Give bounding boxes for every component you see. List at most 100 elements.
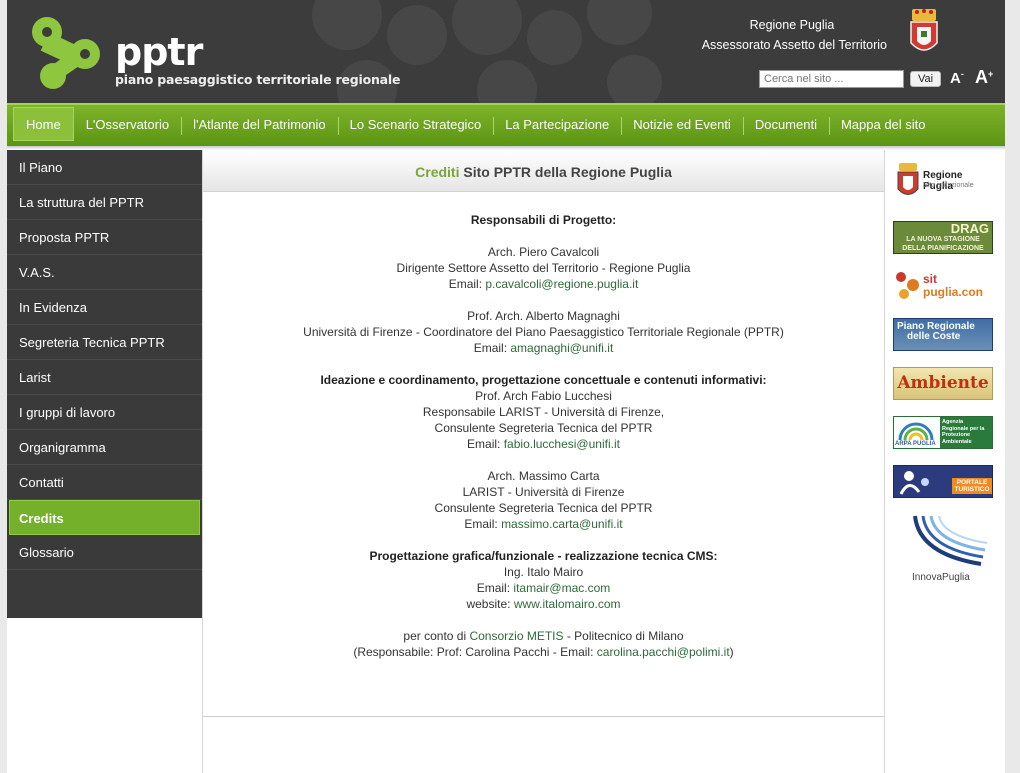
email-label: Email: bbox=[448, 277, 486, 291]
banner-arpa-puglia[interactable]: ARPA PUGLIA Agenzia Regionale per la Pro… bbox=[893, 416, 993, 449]
email-link[interactable]: fabio.lucchesi@unifi.it bbox=[504, 437, 620, 451]
sidebar-item-vas[interactable]: V.A.S. bbox=[7, 255, 202, 290]
banner-drag[interactable]: DRAG LA NUOVA STAGIONE DELLA PIANIFICAZI… bbox=[893, 221, 993, 254]
partner-banners: Regione Puglia Sito istituzionale DRAG L… bbox=[886, 150, 1005, 773]
sidebar-item-il-piano[interactable]: Il Piano bbox=[7, 150, 202, 185]
banner-sit-line1: sit bbox=[923, 272, 938, 286]
nav-item-partecipazione[interactable]: La Partecipazione bbox=[493, 105, 621, 143]
header-decoration bbox=[312, 0, 382, 50]
banner-turismo-text: PORTALE TURISTICO bbox=[952, 478, 992, 494]
metis-link[interactable]: Consorzio METIS bbox=[469, 629, 563, 643]
sidebar-item-proposta[interactable]: Proposta PPTR bbox=[7, 220, 202, 255]
nav-item-osservatorio[interactable]: L'Osservatorio bbox=[74, 105, 181, 143]
page-title: Crediti Sito PPTR della Regione Puglia bbox=[203, 150, 884, 192]
header-decoration bbox=[477, 60, 537, 103]
banner-regione-puglia[interactable]: Regione Puglia Sito istituzionale bbox=[893, 162, 993, 202]
sidebar-item-organigramma[interactable]: Organigramma bbox=[7, 430, 202, 465]
regione-crest-icon bbox=[897, 163, 919, 195]
nav-item-home[interactable]: Home bbox=[13, 107, 74, 141]
person-role: Consulente Segreteria Tecnica del PPTR bbox=[434, 421, 653, 435]
font-decrease-sign: - bbox=[960, 69, 964, 79]
font-decrease-button[interactable]: A- bbox=[950, 69, 964, 87]
site-header: pptr piano paesaggistico territoriale re… bbox=[7, 0, 1005, 103]
banner-regione-sub: Sito istituzionale bbox=[923, 182, 974, 189]
main-nav: Home L'Osservatorio l'Atlante del Patrim… bbox=[7, 103, 1005, 146]
font-increase-sign: + bbox=[988, 69, 994, 79]
person-role: Consulente Segreteria Tecnica del PPTR bbox=[434, 501, 653, 515]
pptr-logo-icon[interactable] bbox=[25, 10, 111, 96]
search-input[interactable] bbox=[759, 70, 904, 88]
turismo-figure-icon bbox=[899, 471, 929, 495]
banner-sit-puglia[interactable]: sit puglia.con bbox=[893, 270, 993, 302]
person-role: Dirigente Settore Assetto del Territorio… bbox=[396, 261, 691, 275]
website-link[interactable]: www.italomairo.com bbox=[514, 597, 621, 611]
search-button[interactable]: Vai bbox=[910, 71, 941, 87]
sidebar-item-gruppi[interactable]: I gruppi di lavoro bbox=[7, 395, 202, 430]
sidebar-item-in-evidenza[interactable]: In Evidenza bbox=[7, 290, 202, 325]
region-office: Assessorato Assetto del Territorio bbox=[701, 38, 887, 52]
nav-item-notizie[interactable]: Notizie ed Eventi bbox=[621, 105, 743, 143]
email-label: Email: bbox=[464, 517, 502, 531]
sidebar-menu: Il Piano La struttura del PPTR Proposta … bbox=[7, 150, 202, 618]
email-link[interactable]: carolina.pacchi@polimi.it bbox=[597, 645, 730, 659]
responsabile-prefix: (Responsabile: Prof: Carolina Pacchi - E… bbox=[353, 645, 597, 659]
section-heading: Responsabili di Progetto: bbox=[470, 213, 617, 227]
email-link[interactable]: amagnaghi@unifi.it bbox=[510, 341, 613, 355]
banner-drag-sub1: LA NUOVA STAGIONE bbox=[906, 236, 980, 243]
page-wrapper: pptr piano paesaggistico territoriale re… bbox=[7, 0, 1005, 773]
credits-content: Responsabili di Progetto: Arch. Piero Ca… bbox=[203, 192, 884, 660]
region-info: Regione Puglia Assessorato Assetto del T… bbox=[627, 15, 887, 55]
banner-ambiente[interactable]: Ambiente bbox=[893, 367, 993, 400]
person-name: Ing. Italo Mairo bbox=[503, 565, 584, 579]
sidebar-item-contatti[interactable]: Contatti bbox=[7, 465, 202, 500]
nav-item-scenario[interactable]: Lo Scenario Strategico bbox=[337, 105, 494, 143]
section-heading: Ideazione e coordinamento, progettazione… bbox=[320, 373, 767, 387]
logo-text[interactable]: pptr bbox=[115, 30, 203, 74]
website-label: website: bbox=[466, 597, 514, 611]
main-content: Crediti Sito PPTR della Regione Puglia R… bbox=[202, 150, 885, 773]
email-link[interactable]: p.cavalcoli@regione.puglia.it bbox=[485, 277, 638, 291]
email-link[interactable]: itamair@mac.com bbox=[513, 581, 610, 595]
banner-arpa-logo: ARPA PUGLIA bbox=[895, 441, 936, 447]
nav-item-atlante[interactable]: l'Atlante del Patrimonio bbox=[181, 105, 338, 143]
person-role: Responsabile LARIST - Università di Fire… bbox=[422, 405, 665, 419]
person-role: Università di Firenze - Coordinatore del… bbox=[303, 325, 784, 339]
region-name: Regione Puglia bbox=[749, 18, 835, 32]
banner-sit-line2: puglia.con bbox=[923, 285, 983, 299]
conto-suffix: - Politecnico di Milano bbox=[563, 629, 684, 643]
banner-drag-sub2: DELLA PIANIFICAZIONE bbox=[902, 245, 984, 252]
logo-subtitle: piano paesaggistico territoriale regiona… bbox=[115, 72, 401, 87]
sidebar-item-larist[interactable]: Larist bbox=[7, 360, 202, 395]
email-link[interactable]: massimo.carta@unifi.it bbox=[501, 517, 623, 531]
banner-piano-coste[interactable]: Piano Regionale delle Coste bbox=[893, 318, 993, 351]
banner-innovapuglia[interactable]: InnovaPuglia bbox=[893, 514, 993, 586]
header-decoration bbox=[387, 5, 447, 65]
font-increase-button[interactable]: A+ bbox=[975, 67, 993, 88]
sidebar-item-segreteria[interactable]: Segreteria Tecnica PPTR bbox=[7, 325, 202, 360]
regione-puglia-crest-icon bbox=[910, 9, 938, 51]
section-heading: Progettazione grafica/funzionale - reali… bbox=[369, 549, 718, 563]
sidebar-item-credits[interactable]: Credits bbox=[9, 500, 200, 535]
banner-portale-turistico[interactable]: PORTALE TURISTICO bbox=[893, 465, 993, 498]
person-name: Prof. Arch Fabio Lucchesi bbox=[475, 389, 612, 403]
email-label: Email: bbox=[473, 341, 511, 355]
email-label: Email: bbox=[476, 581, 514, 595]
nav-item-documenti[interactable]: Documenti bbox=[742, 105, 829, 143]
sidebar-item-glossario[interactable]: Glossario bbox=[7, 535, 202, 570]
banner-drag-title: DRAG bbox=[950, 221, 989, 236]
sidebar-item-struttura[interactable]: La struttura del PPTR bbox=[7, 185, 202, 220]
font-increase-label: A bbox=[975, 67, 988, 87]
conto-prefix: per conto di bbox=[403, 629, 470, 643]
email-label: Email: bbox=[467, 437, 504, 451]
nav-item-mappa[interactable]: Mappa del sito bbox=[828, 105, 938, 143]
header-decoration bbox=[527, 10, 582, 65]
sit-logo-icon bbox=[896, 272, 919, 299]
content-divider bbox=[203, 716, 884, 717]
arpa-rainbow-icon bbox=[898, 422, 934, 441]
banner-arpa-text: Agenzia Regionale per la Protezione Ambi… bbox=[940, 417, 992, 448]
page-title-highlight: Crediti bbox=[415, 164, 460, 180]
responsabile-suffix: ) bbox=[729, 645, 734, 659]
person-role: LARIST - Università di Firenze bbox=[462, 485, 625, 499]
font-decrease-label: A bbox=[950, 70, 961, 87]
header-decoration bbox=[607, 55, 662, 103]
